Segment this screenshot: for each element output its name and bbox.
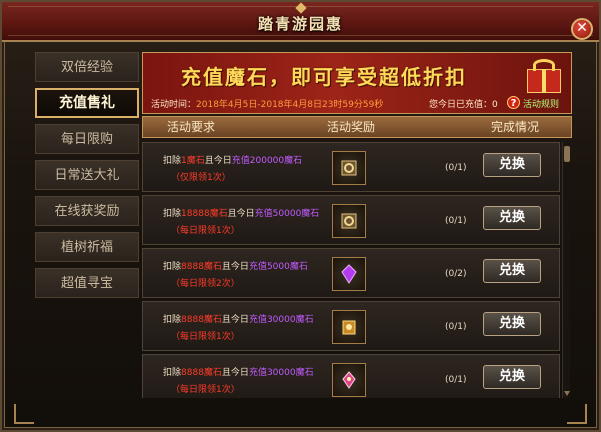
promo-banner: 充值魔石，即可享受超低折扣 活动时间：2018年4月5日-2018年4月8日23… <box>142 52 572 114</box>
reward-slot[interactable] <box>332 363 366 397</box>
redeem-button[interactable]: 兑换 <box>483 206 541 230</box>
event-time-range: 2018年4月5日-2018年4月8日23时59分59秒 <box>196 100 384 110</box>
sidebar-item-daily-gift[interactable]: 日常送大礼 <box>35 160 139 190</box>
wing-scroll-icon <box>342 320 356 335</box>
sidebar-item-recharge-gifts[interactable]: 充值售礼 <box>35 88 139 118</box>
list-item: 扣除18888魔石且今日充值50000魔石 （每日限领1次） (0/1) 兑换 <box>142 195 560 245</box>
sidebar: 双倍经验 充值售礼 每日限购 日常送大礼 在线获奖励 植树祈福 超值寻宝 <box>35 52 139 304</box>
reward-slot[interactable] <box>332 151 366 185</box>
list-item: 扣除8888魔石且今日充值30000魔石 （每日限领1次） (0/1) 兑换 <box>142 301 560 351</box>
header-requirement: 活动要求 <box>167 120 216 134</box>
limit-text: （每日限领2次） <box>171 279 240 289</box>
sidebar-item-daily-limit[interactable]: 每日限购 <box>35 124 139 154</box>
help-icon[interactable]: ? <box>507 96 520 109</box>
event-time-prefix: 活动时间： <box>151 100 197 110</box>
requirement-text: 扣除18888魔石且今日充值50000魔石 <box>163 209 320 219</box>
limit-text: （仅限领1次） <box>171 173 231 183</box>
frame-corner-ornament <box>14 404 34 424</box>
requirement-text: 扣除8888魔石且今日充值5000魔石 <box>163 262 308 272</box>
redeem-button[interactable]: 兑换 <box>483 365 541 389</box>
sidebar-item-online-reward[interactable]: 在线获奖励 <box>35 196 139 226</box>
progress-text: (0/1) <box>445 216 467 226</box>
redeem-button[interactable]: 兑换 <box>483 153 541 177</box>
redeem-button[interactable]: 兑换 <box>483 312 541 336</box>
sidebar-item-tree-blessing[interactable]: 植树祈福 <box>35 232 139 262</box>
ring-box-icon <box>341 213 357 229</box>
ring-box-icon <box>341 160 357 176</box>
reward-slot[interactable] <box>332 204 366 238</box>
today-recharge: 您今日已充值：0 <box>429 100 498 110</box>
limit-text: （每日限领1次） <box>171 226 240 236</box>
sidebar-item-double-exp[interactable]: 双倍经验 <box>35 52 139 82</box>
limit-text: （每日限领1次） <box>171 385 240 395</box>
limit-text: （每日限领1次） <box>171 332 240 342</box>
progress-text: (0/2) <box>445 269 467 279</box>
purple-gem-icon <box>341 264 357 284</box>
table-header: 活动要求 活动奖励 完成情况 <box>142 116 572 138</box>
scroll-thumb[interactable] <box>564 146 570 162</box>
sidebar-item-treasure-hunt[interactable]: 超值寻宝 <box>35 268 139 298</box>
close-button[interactable]: ✕ <box>571 18 593 40</box>
reward-slot[interactable] <box>332 310 366 344</box>
banner-title: 充值魔石，即可享受超低折扣 <box>181 65 467 89</box>
requirement-text: 扣除8888魔石且今日充值30000魔石 <box>163 368 314 378</box>
progress-text: (0/1) <box>445 375 467 385</box>
rules-link[interactable]: 活动规则 <box>523 97 559 110</box>
evolve-crystal-icon <box>342 371 356 389</box>
redeem-button[interactable]: 兑换 <box>483 259 541 283</box>
list-item: 扣除8888魔石且今日充值30000魔石 （每日限领1次） (0/1) 兑换 <box>142 354 560 398</box>
requirement-text: 扣除8888魔石且今日充值30000魔石 <box>163 315 314 325</box>
reward-slot[interactable] <box>332 257 366 291</box>
window-title: 踏青游园惠 <box>257 15 343 33</box>
progress-text: (0/1) <box>445 322 467 332</box>
title-bar: 踏青游园惠 ✕ <box>2 2 599 42</box>
event-time: 活动时间：2018年4月5日-2018年4月8日23时59分59秒 <box>151 97 383 110</box>
header-reward: 活动奖励 <box>327 120 376 134</box>
progress-text: (0/1) <box>445 163 467 173</box>
list-item: 扣除8888魔石且今日充值5000魔石 （每日限领2次） (0/2) 兑换 <box>142 248 560 298</box>
header-status: 完成情况 <box>491 120 540 134</box>
list-item: 扣除1魔石且今日充值200000魔石 （仅限领1次） (0/1) 兑换 <box>142 142 560 192</box>
gift-box-icon <box>523 57 565 95</box>
frame-corner-ornament <box>567 404 587 424</box>
requirement-text: 扣除1魔石且今日充值200000魔石 <box>163 156 303 166</box>
list-scrollbar[interactable] <box>562 142 570 398</box>
scroll-down-icon[interactable] <box>564 391 570 396</box>
dialog-frame: 踏青游园惠 ✕ 双倍经验 充值售礼 每日限购 日常送大礼 在线获奖励 植树祈福 … <box>0 0 601 432</box>
reward-list: 扣除1魔石且今日充值200000魔石 （仅限领1次） (0/1) 兑换 扣除18… <box>142 142 560 398</box>
